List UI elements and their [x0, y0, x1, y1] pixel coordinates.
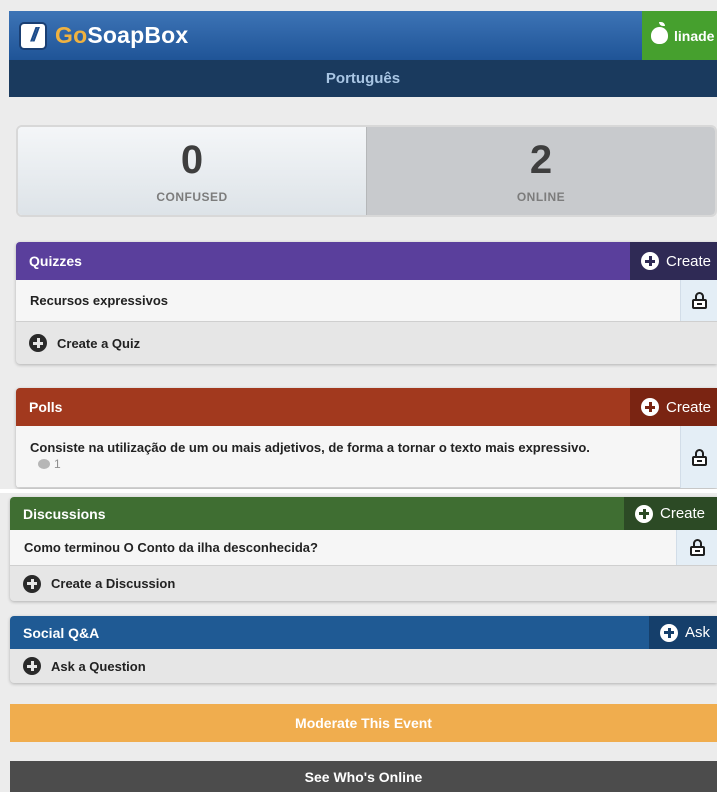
quiz-item-label: Recursos expressivos [30, 293, 169, 308]
polls-header: Polls Create [16, 388, 717, 426]
discussion-item-label: Como terminou O Conto da ilha desconheci… [24, 540, 318, 555]
see-whos-online-button[interactable]: See Who's Online [10, 761, 717, 792]
app-header: // GoSoapBox linade [9, 11, 717, 60]
polls-panel: Polls Create Consiste na utilização de u… [16, 388, 717, 488]
ask-question-button[interactable]: Ask a Question [10, 649, 717, 683]
moderate-event-button[interactable]: Moderate This Event [10, 704, 717, 742]
confused-button[interactable]: 0 CONFUSED [18, 127, 366, 215]
quizzes-create-button[interactable]: Create [630, 242, 717, 280]
social-qa-panel: Social Q&A Ask Ask a Question [10, 616, 717, 683]
logo-icon: // [19, 21, 47, 50]
plus-icon [23, 574, 41, 593]
apple-icon [651, 22, 668, 44]
create-discussion-button[interactable]: Create a Discussion [10, 566, 717, 601]
plus-icon [641, 252, 659, 270]
plus-icon [635, 504, 653, 523]
lock-icon [691, 292, 707, 309]
app-logo[interactable]: GoSoapBox [55, 22, 188, 49]
online-stat[interactable]: 2 ONLINE [366, 127, 715, 215]
poll-item-label: Consiste na utilização de um ou mais adj… [30, 440, 590, 455]
polls-title: Polls [29, 399, 63, 415]
user-menu-button[interactable]: linade [642, 11, 717, 60]
online-label: ONLINE [516, 190, 566, 204]
quizzes-panel: Quizzes Create Recursos expressivos Crea… [16, 242, 717, 364]
plus-icon [23, 657, 41, 675]
poll-item[interactable]: Consiste na utilização de um ou mais adj… [16, 426, 717, 488]
unlock-button[interactable] [676, 530, 717, 565]
plus-icon [641, 398, 659, 416]
plus-icon [660, 623, 678, 642]
user-name: linade [674, 27, 715, 44]
social-qa-title: Social Q&A [23, 624, 100, 641]
unlock-button[interactable] [680, 280, 717, 321]
confused-count: 0 [180, 138, 204, 182]
lock-icon [689, 539, 705, 556]
online-count: 2 [529, 138, 553, 182]
discussion-item[interactable]: Como terminou O Conto da ilha desconheci… [10, 530, 717, 566]
stats-panel: 0 CONFUSED 2 ONLINE [16, 125, 717, 217]
quizzes-title: Quizzes [29, 253, 82, 269]
confused-label: CONFUSED [156, 190, 228, 204]
event-title: Português [9, 60, 717, 97]
polls-create-button[interactable]: Create [630, 388, 717, 426]
plus-icon [29, 334, 47, 352]
discussions-header: Discussions Create [10, 497, 717, 530]
social-qa-header: Social Q&A Ask [10, 616, 717, 649]
ask-button[interactable]: Ask [649, 616, 717, 649]
lock-icon [691, 448, 707, 466]
quizzes-header: Quizzes Create [16, 242, 717, 280]
unlock-button[interactable] [680, 426, 717, 488]
discussions-panel: Discussions Create Como terminou O Conto… [10, 497, 717, 601]
quiz-item[interactable]: Recursos expressivos [16, 280, 717, 322]
top-screen: // GoSoapBox linade Português 0 CONFUSED… [0, 0, 717, 489]
create-quiz-button[interactable]: Create a Quiz [16, 322, 717, 364]
discussions-title: Discussions [23, 505, 106, 522]
discussions-create-button[interactable]: Create [624, 497, 717, 530]
bottom-screen: Discussions Create Como terminou O Conto… [0, 493, 717, 792]
comment-icon [38, 459, 50, 469]
comment-count: 1 [16, 457, 590, 471]
